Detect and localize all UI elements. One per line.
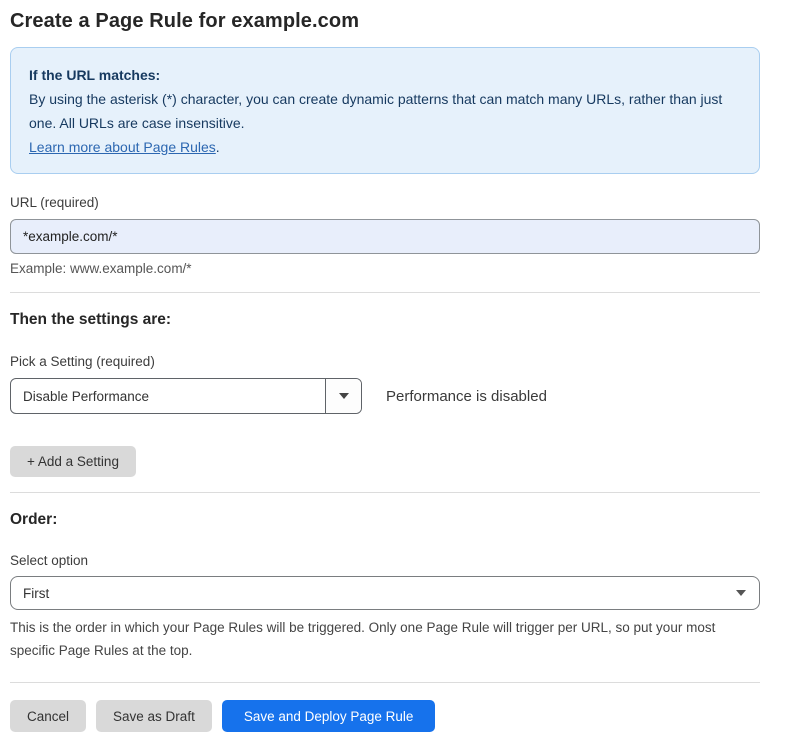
- settings-section-heading: Then the settings are:: [10, 310, 760, 329]
- info-box-body: By using the asterisk (*) character, you…: [29, 87, 741, 135]
- pick-setting-label: Pick a Setting (required): [10, 354, 760, 370]
- order-select-value: First: [23, 586, 49, 601]
- divider: [10, 492, 760, 493]
- url-example-text: Example: www.example.com/*: [10, 260, 760, 277]
- info-box-heading: If the URL matches:: [29, 63, 741, 87]
- setting-row: Disable Performance Performance is disab…: [10, 378, 760, 414]
- order-help-text: This is the order in which your Page Rul…: [10, 616, 760, 662]
- learn-more-link[interactable]: Learn more about Page Rules: [29, 139, 216, 155]
- divider: [10, 682, 760, 683]
- url-input[interactable]: [10, 219, 760, 254]
- save-and-deploy-button[interactable]: Save and Deploy Page Rule: [222, 700, 436, 732]
- page-title: Create a Page Rule for example.com: [10, 8, 760, 34]
- save-as-draft-button[interactable]: Save as Draft: [96, 700, 212, 732]
- setting-select[interactable]: Disable Performance: [10, 378, 362, 414]
- chevron-down-icon: [339, 393, 349, 399]
- url-field-label: URL (required): [10, 195, 760, 211]
- order-section-heading: Order:: [10, 510, 760, 529]
- setting-select-value: Disable Performance: [11, 379, 325, 413]
- url-match-info-box: If the URL matches: By using the asteris…: [10, 47, 760, 174]
- order-select-label: Select option: [10, 553, 760, 569]
- cancel-button[interactable]: Cancel: [10, 700, 86, 732]
- create-page-rule-form: Create a Page Rule for example.com If th…: [0, 0, 790, 732]
- link-period: .: [216, 139, 220, 155]
- info-box-link-line: Learn more about Page Rules.: [29, 135, 741, 159]
- setting-select-arrow-button[interactable]: [325, 379, 361, 413]
- divider: [10, 292, 760, 293]
- order-select[interactable]: First: [10, 576, 760, 610]
- setting-status-text: Performance is disabled: [386, 388, 547, 405]
- chevron-down-icon: [736, 590, 746, 596]
- add-setting-button[interactable]: + Add a Setting: [10, 446, 136, 477]
- footer-actions: Cancel Save as Draft Save and Deploy Pag…: [10, 700, 760, 732]
